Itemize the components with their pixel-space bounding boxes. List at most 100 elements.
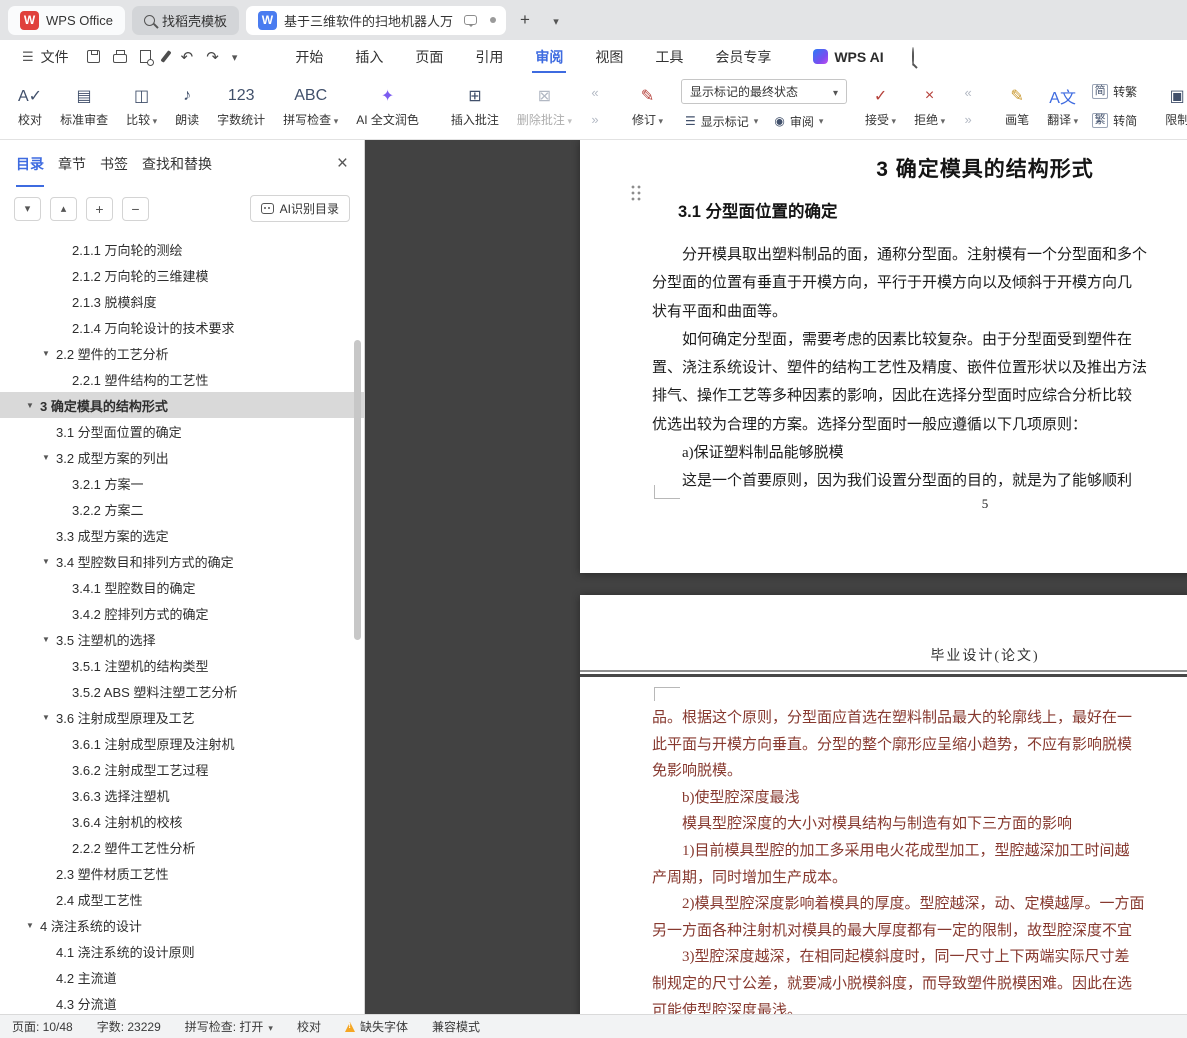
toc-item[interactable]: 3.4.2 腔排列方式的确定	[0, 600, 364, 626]
spell-check-toggle[interactable]: 拼写检查: 打开	[185, 1018, 273, 1035]
toc-item[interactable]: 4 浇注系统的设计	[0, 912, 364, 938]
toc-item[interactable]: 3.6.4 注射机的校核	[0, 808, 364, 834]
ribbon-button[interactable]: ◫ 比较	[118, 77, 165, 135]
ribbon-button[interactable]: ✓ 接受	[857, 77, 904, 135]
track-changes-button[interactable]: ✎ 修订	[624, 77, 671, 135]
convert-button[interactable]: 简 转繁	[1092, 80, 1137, 104]
sidebar-tab[interactable]: 章节	[58, 140, 86, 187]
ribbon-button[interactable]: ✎ 画笔	[997, 77, 1037, 135]
toc-item[interactable]: 3.5.2 ABS 塑料注塑工艺分析	[0, 678, 364, 704]
toc-item[interactable]: 3.6.3 选择注塑机	[0, 782, 364, 808]
toc-scrollbar-thumb[interactable]	[354, 340, 361, 640]
toc-item[interactable]: 3.5 注塑机的选择	[0, 626, 364, 652]
markup-state-dropdown[interactable]: 显示标记的最终状态	[681, 79, 848, 104]
toc-item[interactable]: 3.6 注射成型原理及工艺	[0, 704, 364, 730]
toc-item[interactable]: 3.2 成型方案的列出	[0, 444, 364, 470]
menu-search-button[interactable]	[911, 46, 914, 66]
ribbon-button[interactable]: 123 字数统计	[209, 77, 273, 135]
menu-tab[interactable]: 会员专享	[699, 40, 787, 73]
tab-template-store[interactable]: 找稻壳模板	[131, 5, 239, 35]
prev-next-change-button[interactable]: «	[957, 82, 979, 104]
sidebar-tab[interactable]: 查找和替换	[142, 140, 212, 187]
collapse-all-button[interactable]	[50, 196, 77, 221]
prev-next-comment-button[interactable]: »	[584, 109, 606, 131]
prev-next-change-button[interactable]: »	[957, 109, 979, 131]
sidebar-close-button[interactable]	[337, 140, 348, 187]
toc-item[interactable]: 3.3 成型方案的选定	[0, 522, 364, 548]
ribbon-button[interactable]: ⊞ 插入批注	[443, 77, 507, 135]
toc-item[interactable]: 3 确定模具的结构形式	[0, 392, 364, 418]
toc-item[interactable]: 4.3 分流道	[0, 990, 364, 1014]
proofread-status[interactable]: 校对	[297, 1018, 321, 1035]
wps-ai-menu[interactable]: WPS AI	[813, 49, 884, 65]
file-menu-button[interactable]: 文件	[14, 40, 77, 73]
menu-tab[interactable]: 开始	[279, 40, 339, 73]
document-page-5[interactable]: 3 确定模具的结构形式 3.1 分型面位置的确定 分开模具取出塑料制品的面，通称…	[580, 140, 1187, 573]
expand-triangle-icon[interactable]	[42, 453, 56, 462]
ai-recognize-toc-button[interactable]: AI识别目录	[249, 195, 350, 222]
toc-item[interactable]: 3.2.1 方案一	[0, 470, 364, 496]
page-indicator[interactable]: 页面: 10/48	[12, 1018, 73, 1035]
expand-triangle-icon[interactable]	[42, 349, 56, 358]
compatibility-mode[interactable]: 兼容模式	[432, 1018, 480, 1035]
toc-item[interactable]: 2.1.3 脱模斜度	[0, 288, 364, 314]
toc-item[interactable]: 4.2 主流道	[0, 964, 364, 990]
ribbon-button[interactable]: ABC 拼写检查	[275, 77, 346, 135]
word-count[interactable]: 字数: 23229	[97, 1018, 161, 1035]
save-icon[interactable]	[86, 50, 100, 63]
ribbon-button[interactable]: A文 翻译	[1039, 77, 1086, 135]
expand-triangle-icon[interactable]	[42, 557, 56, 566]
ribbon-button[interactable]: ♪ 朗读	[167, 77, 207, 135]
ribbon-button[interactable]: ▤ 标准审查	[52, 77, 116, 135]
toc-item[interactable]: 3.5.1 注塑机的结构类型	[0, 652, 364, 678]
menu-tab[interactable]: 页面	[399, 40, 459, 73]
review-pane-button[interactable]: ◉ 审阅	[770, 109, 827, 133]
toc-item[interactable]: 2.1.2 万向轮的三维建模	[0, 262, 364, 288]
toc-item[interactable]: 2.2 塑件的工艺分析	[0, 340, 364, 366]
document-canvas[interactable]: 3 确定模具的结构形式 3.1 分型面位置的确定 分开模具取出塑料制品的面，通称…	[365, 140, 1187, 1014]
heading-drag-handle-icon[interactable]	[630, 184, 642, 202]
toc-item[interactable]: 2.3 塑件材质工艺性	[0, 860, 364, 886]
restrict-edit-button[interactable]: ▣ 限制	[1157, 77, 1187, 135]
expand-all-button[interactable]	[14, 196, 41, 221]
convert-button[interactable]: 繁 转简	[1092, 109, 1137, 133]
menu-tab[interactable]: 引用	[459, 40, 519, 73]
menu-tab[interactable]: 视图	[579, 40, 639, 73]
format-painter-icon[interactable]	[160, 50, 172, 63]
prev-next-comment-button[interactable]: «	[584, 82, 606, 104]
expand-triangle-icon[interactable]	[26, 401, 40, 410]
redo-icon[interactable]: ↷	[206, 48, 219, 66]
ribbon-button[interactable]: × 拒绝	[906, 77, 953, 135]
document-page-6[interactable]: 毕业设计(论文) 品。根据这个原则，分型面应首选在塑料制品最大的轮廓线上，最好在…	[580, 595, 1187, 1014]
sidebar-tab[interactable]: 书签	[100, 140, 128, 187]
tab-wps-office[interactable]: W WPS Office	[8, 5, 125, 35]
menu-tab[interactable]: 审阅	[519, 40, 579, 73]
tab-list-button[interactable]	[544, 8, 568, 32]
toc-item[interactable]: 3.4.1 型腔数目的确定	[0, 574, 364, 600]
zoom-in-outline-button[interactable]	[86, 196, 113, 221]
missing-font-warning[interactable]: 缺失字体	[344, 1018, 408, 1035]
ribbon-button[interactable]: ⊠ 删除批注	[509, 77, 580, 135]
toc-item[interactable]: 3.4 型腔数目和排列方式的确定	[0, 548, 364, 574]
toc-item[interactable]: 3.6.1 注射成型原理及注射机	[0, 730, 364, 756]
ribbon-button[interactable]: ✦ AI 全文润色	[348, 77, 427, 135]
expand-triangle-icon[interactable]	[26, 921, 40, 930]
menu-tab[interactable]: 插入	[339, 40, 399, 73]
tab-document[interactable]: W 基于三维软件的扫地机器人万	[245, 5, 506, 35]
zoom-out-outline-button[interactable]	[122, 196, 149, 221]
toc-item[interactable]: 2.1.1 万向轮的测绘	[0, 236, 364, 262]
toc-item[interactable]: 4.1 浇注系统的设计原则	[0, 938, 364, 964]
toc-item[interactable]: 2.1.4 万向轮设计的技术要求	[0, 314, 364, 340]
undo-icon[interactable]: ↶	[181, 48, 194, 66]
history-chevron-icon[interactable]	[232, 48, 238, 66]
new-tab-button[interactable]	[513, 8, 537, 32]
show-markup-button[interactable]: ☰ 显示标记	[681, 109, 762, 133]
print-icon[interactable]	[112, 50, 127, 63]
expand-triangle-icon[interactable]	[42, 635, 56, 644]
expand-triangle-icon[interactable]	[42, 713, 56, 722]
toc-item[interactable]: 2.2.2 塑件工艺性分析	[0, 834, 364, 860]
sidebar-tab[interactable]: 目录	[16, 140, 44, 187]
toc-item[interactable]: 3.1 分型面位置的确定	[0, 418, 364, 444]
print-preview-icon[interactable]	[139, 50, 154, 66]
ribbon-button[interactable]: A✓ 校对	[10, 77, 50, 135]
